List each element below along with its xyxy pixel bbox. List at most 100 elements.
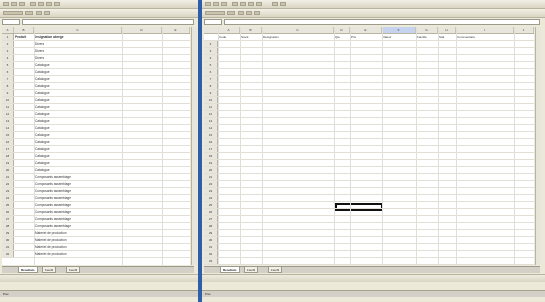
sheet-tab[interactable]: Feuil3 (66, 267, 81, 273)
sort-icon[interactable] (272, 2, 278, 6)
row-number[interactable]: 14 (204, 125, 218, 131)
formula-bar[interactable] (224, 19, 540, 25)
row-number[interactable]: 33 (204, 258, 218, 264)
bold-icon[interactable] (238, 11, 244, 15)
row-number[interactable]: 27 (2, 216, 14, 222)
print-icon[interactable] (30, 2, 36, 6)
font-select[interactable] (3, 11, 23, 15)
row-number[interactable]: 7 (2, 76, 14, 82)
row-number[interactable]: 20 (204, 167, 218, 173)
column-header[interactable]: F (382, 27, 416, 33)
cut-icon[interactable] (240, 2, 246, 6)
row-number[interactable]: 3 (204, 48, 218, 54)
font-size-select[interactable] (227, 11, 235, 15)
column-header[interactable]: B (14, 27, 34, 33)
column-header[interactable]: E (162, 27, 190, 33)
row-number[interactable]: 5 (204, 62, 218, 68)
open-file-icon[interactable] (11, 2, 17, 6)
paste-icon[interactable] (256, 2, 262, 6)
column-header[interactable]: C (34, 27, 122, 33)
row-number[interactable]: 24 (2, 195, 14, 201)
row-number[interactable]: 21 (204, 174, 218, 180)
row-number[interactable]: 9 (204, 90, 218, 96)
row-number[interactable]: 11 (204, 104, 218, 110)
vertical-scrollbar[interactable] (535, 27, 541, 265)
row-number[interactable]: 15 (2, 132, 14, 138)
row-number[interactable]: 32 (204, 251, 218, 257)
italic-icon[interactable] (246, 11, 252, 15)
row-number[interactable]: 22 (204, 181, 218, 187)
column-header[interactable]: J (514, 27, 534, 33)
row-number[interactable]: 14 (2, 125, 14, 131)
new-file-icon[interactable] (205, 2, 211, 6)
font-select[interactable] (205, 11, 225, 15)
row-number[interactable]: 11 (2, 104, 14, 110)
column-header[interactable]: D (334, 27, 350, 33)
row-number[interactable]: 22 (2, 181, 14, 187)
row-number[interactable]: 29 (2, 230, 14, 236)
row-number[interactable]: 4 (2, 55, 14, 61)
row-number[interactable]: 6 (204, 69, 218, 75)
row-number[interactable]: 26 (2, 209, 14, 215)
name-box[interactable] (2, 19, 20, 25)
row-number[interactable]: 18 (204, 153, 218, 159)
row-number[interactable]: 12 (204, 111, 218, 117)
row-number[interactable]: 30 (2, 237, 14, 243)
row-number[interactable]: 28 (204, 223, 218, 229)
row-number[interactable]: 12 (2, 111, 14, 117)
print-icon[interactable] (232, 2, 238, 6)
row-number[interactable]: 16 (2, 139, 14, 145)
save-icon[interactable] (19, 2, 25, 6)
row-number[interactable]: 15 (204, 132, 218, 138)
italic-icon[interactable] (44, 11, 50, 15)
font-size-select[interactable] (25, 11, 33, 15)
column-header[interactable]: A (218, 27, 240, 33)
row-number[interactable]: 28 (2, 223, 14, 229)
row-number[interactable]: 8 (204, 83, 218, 89)
row-number[interactable]: 17 (204, 146, 218, 152)
column-header[interactable]: G (416, 27, 438, 33)
row-number[interactable]: 8 (2, 83, 14, 89)
right-worksheet-grid[interactable]: ABCDEFGHIJ Code Stock Designation Qte Prix Va… (204, 27, 534, 265)
row-number[interactable]: 27 (204, 216, 218, 222)
sheet-tab[interactable]: Resultats (18, 267, 38, 273)
row-number[interactable]: 7 (204, 76, 218, 82)
row-number[interactable]: 29 (204, 230, 218, 236)
row-number[interactable]: 31 (204, 244, 218, 250)
row-number[interactable]: 26 (204, 209, 218, 215)
row-number[interactable]: 21 (2, 174, 14, 180)
row-number[interactable]: 19 (204, 160, 218, 166)
bold-icon[interactable] (36, 11, 42, 15)
vertical-scrollbar[interactable] (191, 27, 197, 265)
row-number[interactable]: 16 (204, 139, 218, 145)
copy-icon[interactable] (46, 2, 52, 6)
column-header[interactable]: I (456, 27, 514, 33)
save-icon[interactable] (221, 2, 227, 6)
row-number[interactable]: 25 (2, 202, 14, 208)
column-header[interactable]: A (2, 27, 14, 33)
row-number[interactable]: 1 (2, 34, 14, 40)
sheet-tab[interactable]: Feuil2 (244, 267, 259, 273)
column-header[interactable]: C (262, 27, 334, 33)
column-header[interactable]: E (350, 27, 382, 33)
column-header[interactable]: H (438, 27, 456, 33)
row-number[interactable]: 24 (204, 195, 218, 201)
row-number[interactable]: 10 (2, 97, 14, 103)
row-number[interactable]: 31 (2, 244, 14, 250)
row-number[interactable]: 13 (204, 118, 218, 124)
row-number[interactable]: 9 (2, 90, 14, 96)
row-number[interactable]: 10 (204, 97, 218, 103)
row-number[interactable]: 23 (204, 188, 218, 194)
sheet-tab[interactable]: Resultats (220, 267, 240, 273)
sheet-tab[interactable]: Feuil2 (42, 267, 57, 273)
sheet-tab[interactable]: Feuil3 (268, 267, 283, 273)
row-number[interactable]: 2 (204, 41, 218, 47)
name-box[interactable] (204, 19, 222, 25)
row-number[interactable]: 18 (2, 153, 14, 159)
row-number[interactable]: 4 (204, 55, 218, 61)
row-number[interactable]: 25 (204, 202, 218, 208)
formula-bar[interactable] (22, 19, 194, 25)
row-number[interactable]: 13 (2, 118, 14, 124)
row-number[interactable]: 23 (2, 188, 14, 194)
row-number[interactable]: 2 (2, 41, 14, 47)
